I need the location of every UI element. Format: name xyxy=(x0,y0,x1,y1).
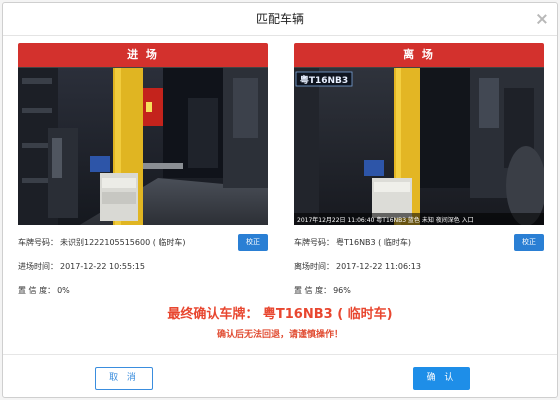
entry-time-value: 2017-12-22 10:55:15 xyxy=(60,262,145,271)
exit-camera-image: 粤T16NB3 2017年12月22日 11:06:40 粤T16NB3 蓝色 … xyxy=(294,67,544,225)
entry-panel: 进 场 车牌号码： 未识别1222105515600 (临时车) 校正 进场时… xyxy=(18,43,268,307)
entry-camera-image xyxy=(18,67,268,225)
entry-time-label: 进场时间： xyxy=(18,262,58,271)
exit-confidence-value: 96% xyxy=(333,286,351,295)
cancel-button[interactable]: 取 消 xyxy=(95,367,153,390)
footer-divider xyxy=(3,354,557,355)
exit-plate-value: 粤T16NB3 ( 临时车) xyxy=(336,238,411,247)
dialog-header: 匹配车辆 xyxy=(3,3,557,36)
final-plate-text: 最终确认车牌： 粤T16NB3 ( 临时车) xyxy=(167,307,393,322)
final-warning-text: 确认后无法回退，请谨慎操作！ xyxy=(216,330,343,340)
exit-plate-label: 车牌号码： xyxy=(294,238,334,247)
exit-confidence-label: 置 信 度： xyxy=(294,286,332,295)
entry-plate-value: 未识别1222105515600 ( 临时车) xyxy=(60,238,186,247)
exit-overlay-caption: 2017年12月22日 11:06:40 粤T16NB3 蓝色 未知 夜间深色 … xyxy=(297,216,474,224)
final-confirmation: 最终确认车牌： 粤T16NB3 ( 临时车) 确认后无法回退，请谨慎操作！ xyxy=(3,306,557,340)
confirm-button[interactable]: 确 认 xyxy=(413,367,470,390)
dialog-title: 匹配车辆 xyxy=(255,12,304,26)
entry-panel-header: 进 场 xyxy=(18,43,268,67)
exit-overlay-plate: 粤T16NB3 xyxy=(300,74,348,86)
entry-plate-row: 车牌号码： 未识别1222105515600 ( 临时车) 校正 xyxy=(18,234,268,259)
exit-panel: 离 场 粤T16NB3 2017年12月22日 11:06:40 粤T16NB3… xyxy=(294,43,544,307)
exit-time-value: 2017-12-22 11:06:13 xyxy=(336,262,421,271)
exit-time-row: 离场时间： 2017-12-22 11:06:13 xyxy=(294,259,544,283)
entry-confidence-value: 0% xyxy=(57,286,70,295)
entry-confidence-row: 置 信 度： 0% xyxy=(18,283,268,307)
exit-confidence-row: 置 信 度： 96% xyxy=(294,283,544,307)
exit-plate-row: 车牌号码： 粤T16NB3 ( 临时车) 校正 xyxy=(294,234,544,259)
exit-correct-button[interactable]: 校正 xyxy=(514,234,544,251)
exit-time-label: 离场时间： xyxy=(294,262,334,271)
exit-panel-header: 离 场 xyxy=(294,43,544,67)
match-vehicle-dialog: 匹配车辆 进 场 车牌号码： 未识别1222105515600 (临时车) 校… xyxy=(2,2,558,398)
entry-correct-button[interactable]: 校正 xyxy=(238,234,268,251)
entry-plate-label: 车牌号码： xyxy=(18,238,58,247)
entry-time-row: 进场时间： 2017-12-22 10:55:15 xyxy=(18,259,268,283)
entry-confidence-label: 置 信 度： xyxy=(18,286,56,295)
close-icon[interactable] xyxy=(536,13,548,25)
